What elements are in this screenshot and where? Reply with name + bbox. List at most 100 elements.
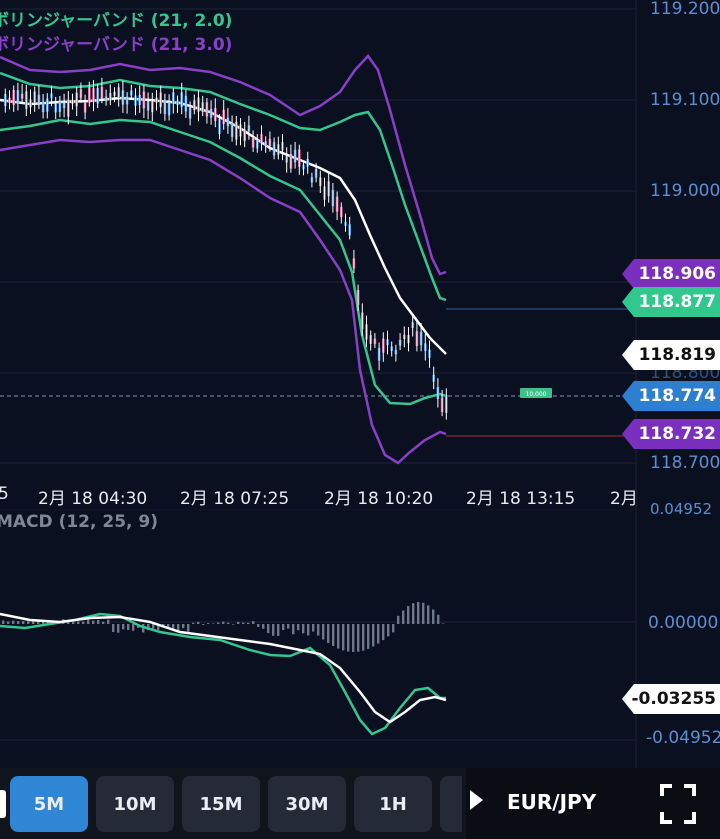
price-axis-label: 118.700 [650,453,720,473]
macd-histogram-bar [32,621,35,624]
macd-histogram-bar [92,620,95,624]
macd-histogram-bar [72,621,75,624]
macd-histogram-bar [427,605,430,624]
macd-histogram-bar [372,624,375,647]
fullscreen-icon[interactable] [660,784,696,824]
macd-histogram-bar [2,620,5,624]
macd-histogram-bar [127,624,130,630]
macd-histogram-bar [357,624,360,652]
macd-histogram-bar [407,606,410,624]
macd-histogram-bar [207,623,210,624]
macd-legend[interactable]: MACD (12, 25, 9) [0,512,158,532]
macd-value-tag: -0.03255 [622,684,720,714]
time-axis-label: 2月 18 04:30 [38,489,148,509]
timeframe-30m-button[interactable]: 30M [268,776,346,832]
timeframe-15m-button[interactable]: 15M [182,776,260,832]
macd-histogram-bar [107,619,110,624]
macd-histogram-bar [232,624,235,625]
bb2-upper-price-tag: 118.877 [622,287,720,317]
macd-histogram [2,602,445,652]
macd-histogram-bar [97,620,100,624]
macd-histogram-bar [362,624,365,651]
macd-histogram-bar [202,624,205,625]
macd-histogram-bar [422,602,425,624]
scroll-left-edge [0,790,6,818]
macd-histogram-bar [317,624,320,636]
chart-canvas[interactable]: 10,000 [0,0,720,839]
macd-histogram-bar [212,623,215,624]
macd-histogram-bar [287,624,290,629]
timeframe-10m-button[interactable]: 10M [96,776,174,832]
macd-histogram-bar [412,603,415,624]
macd-histogram-bar [327,624,330,643]
macd-histogram-bar [7,621,10,624]
timeframe-5m-button[interactable]: 5M [10,776,88,832]
macd-histogram-bar [437,614,440,624]
price-axis-label: 119.000 [650,181,720,201]
macd-histogram-bar [22,621,25,624]
macd-histogram-bar [82,621,85,624]
bb3-lower-price-tag: 118.732 [622,419,720,449]
macd-histogram-bar [397,615,400,624]
macd-histogram-bar [432,609,435,624]
timeframe-1h-button[interactable]: 1H [354,776,432,832]
macd-low-label: -0.04952 [646,728,720,748]
macd-histogram-bar [217,622,220,624]
price-axis-label: 119.100 [650,90,720,110]
bb2-legend[interactable]: ボリンジャーバンド (21, 3.0) [0,30,232,55]
macd-histogram-bar [192,622,195,624]
macd-histogram-bar [12,620,15,624]
macd-histogram-bar [402,610,405,624]
macd-zero-label: 0.00000 [648,613,719,633]
macd-histogram-bar [392,624,395,633]
macd-histogram-bar [27,621,30,624]
order-badge-text: 10,000 [526,391,547,398]
macd-histogram-bar [307,624,310,636]
chart-screen[interactable]: 10,000 ボリンジャーバンド (21, 2.0) ボリンジャーバンド (21… [0,0,720,839]
macd-histogram-bar [182,624,185,629]
macd-histogram-bar [382,624,385,641]
macd-histogram-bar [102,621,105,624]
time-axis-label: 2月 18 07:25 [180,489,290,509]
macd-histogram-bar [332,624,335,646]
macd-histogram-bar [132,624,135,631]
macd-histogram-bar [197,621,200,624]
play-icon[interactable] [470,790,483,810]
macd-histogram-bar [312,624,315,632]
macd-histogram-bar [257,624,260,627]
macd-histogram-bar [152,624,155,629]
macd-histogram-bar [122,624,125,630]
macd-histogram-bar [117,624,120,633]
macd-histogram-bar [227,622,230,624]
symbol-label[interactable]: EUR/JPY [507,790,596,814]
macd-histogram-bar [77,621,80,624]
macd-histogram-bar [302,624,305,634]
bb1-legend[interactable]: ボリンジャーバンド (21, 2.0) [0,6,232,31]
macd-histogram-bar [242,622,245,624]
macd-histogram-bar [322,624,325,640]
macd-axis-top-label: 0.04952 [650,500,713,518]
macd-histogram-bar [272,624,275,636]
macd-histogram-bar [187,624,190,632]
time-axis-label: 5 [0,484,9,504]
macd-histogram-bar [282,624,285,631]
macd-histogram-bar [367,624,370,649]
macd-histogram-bar [267,624,270,634]
macd-histogram-bar [387,624,390,637]
macd-histogram-bar [417,602,420,624]
macd-histogram-bar [87,619,90,624]
macd-histogram-bar [222,621,225,624]
macd-histogram-bar [17,621,20,624]
macd-histogram-bar [377,624,380,644]
sma-price-tag: 118.819 [622,340,720,370]
bb3-upper-price-tag: 118.906 [622,259,720,289]
price-axis-label: 119.200 [650,0,720,19]
current-price-tag: 118.774 [622,381,720,411]
time-axis-label: 2月 [610,489,638,509]
macd-histogram-bar [352,624,355,652]
macd-histogram-bar [277,624,280,636]
timeframe-more-button[interactable] [440,776,462,832]
macd-histogram-bar [237,621,240,624]
macd-histogram-bar [247,622,250,624]
macd-histogram-bar [292,624,295,635]
